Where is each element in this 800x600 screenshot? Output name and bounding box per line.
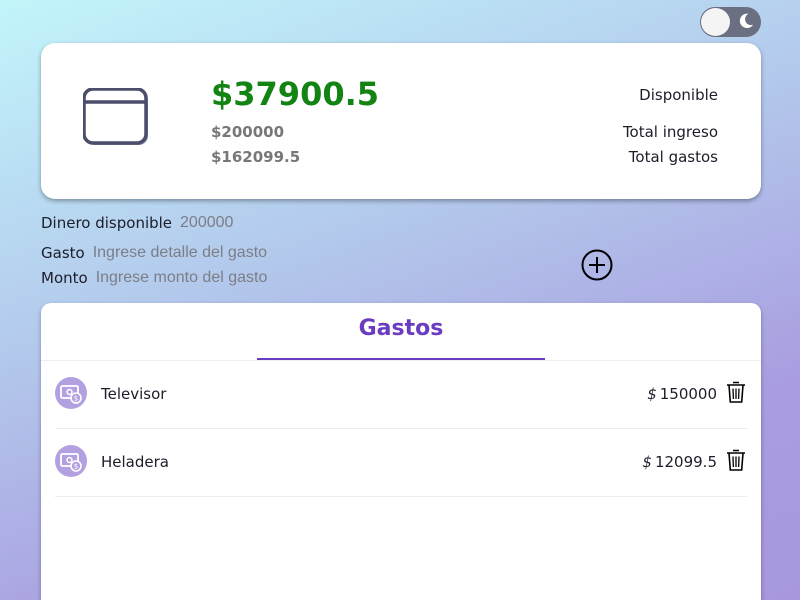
expense-amount: $12099.5 [642, 453, 717, 471]
expense-value: 150000 [659, 385, 717, 403]
svg-text:$: $ [74, 395, 78, 403]
expense-amount: $150000 [647, 385, 717, 403]
available-label: Disponible [639, 86, 718, 104]
trash-icon[interactable] [725, 380, 747, 404]
expenses-label: Total gastos [628, 148, 718, 166]
expense-detail-input[interactable] [92, 244, 353, 262]
expense-row: Gasto [41, 244, 353, 262]
expense-label: Gasto [41, 244, 85, 262]
available-amount: $37900.5 [211, 75, 380, 113]
income-amount: $200000 [211, 123, 285, 141]
plus-circle-icon[interactable] [581, 249, 613, 281]
expense-value: 12099.5 [654, 453, 717, 471]
expenses-title: Gastos [358, 316, 444, 341]
list-item: $ Heladera $12099.5 [55, 429, 747, 497]
title-underline [257, 358, 545, 360]
currency-symbol: $ [642, 453, 652, 471]
expense-name: Televisor [101, 385, 167, 403]
list-item: $ Televisor $150000 [55, 361, 747, 429]
income-label: Total ingreso [622, 123, 718, 141]
budget-input[interactable] [180, 214, 441, 232]
svg-text:$: $ [74, 463, 78, 471]
budget-label: Dinero disponible [41, 214, 173, 232]
theme-toggle[interactable] [700, 7, 761, 37]
expense-amount-input[interactable] [95, 269, 356, 287]
summary-card: $37900.5 $200000 $162099.5 Disponible To… [41, 43, 761, 199]
amount-label: Monto [41, 269, 88, 287]
expense-name: Heladera [101, 453, 169, 471]
currency-symbol: $ [647, 385, 657, 403]
budget-row: Dinero disponible [41, 214, 441, 232]
wallet-icon [83, 88, 148, 145]
money-icon: $ [55, 445, 87, 477]
money-icon: $ [55, 377, 87, 409]
expenses-card: Gastos $ Televisor $150000 $ Heladera $ … [41, 303, 761, 600]
toggle-knob [701, 8, 730, 36]
trash-icon[interactable] [725, 448, 747, 472]
expenses-amount: $162099.5 [211, 148, 301, 166]
moon-icon [739, 13, 754, 29]
amount-row: Monto [41, 269, 356, 287]
